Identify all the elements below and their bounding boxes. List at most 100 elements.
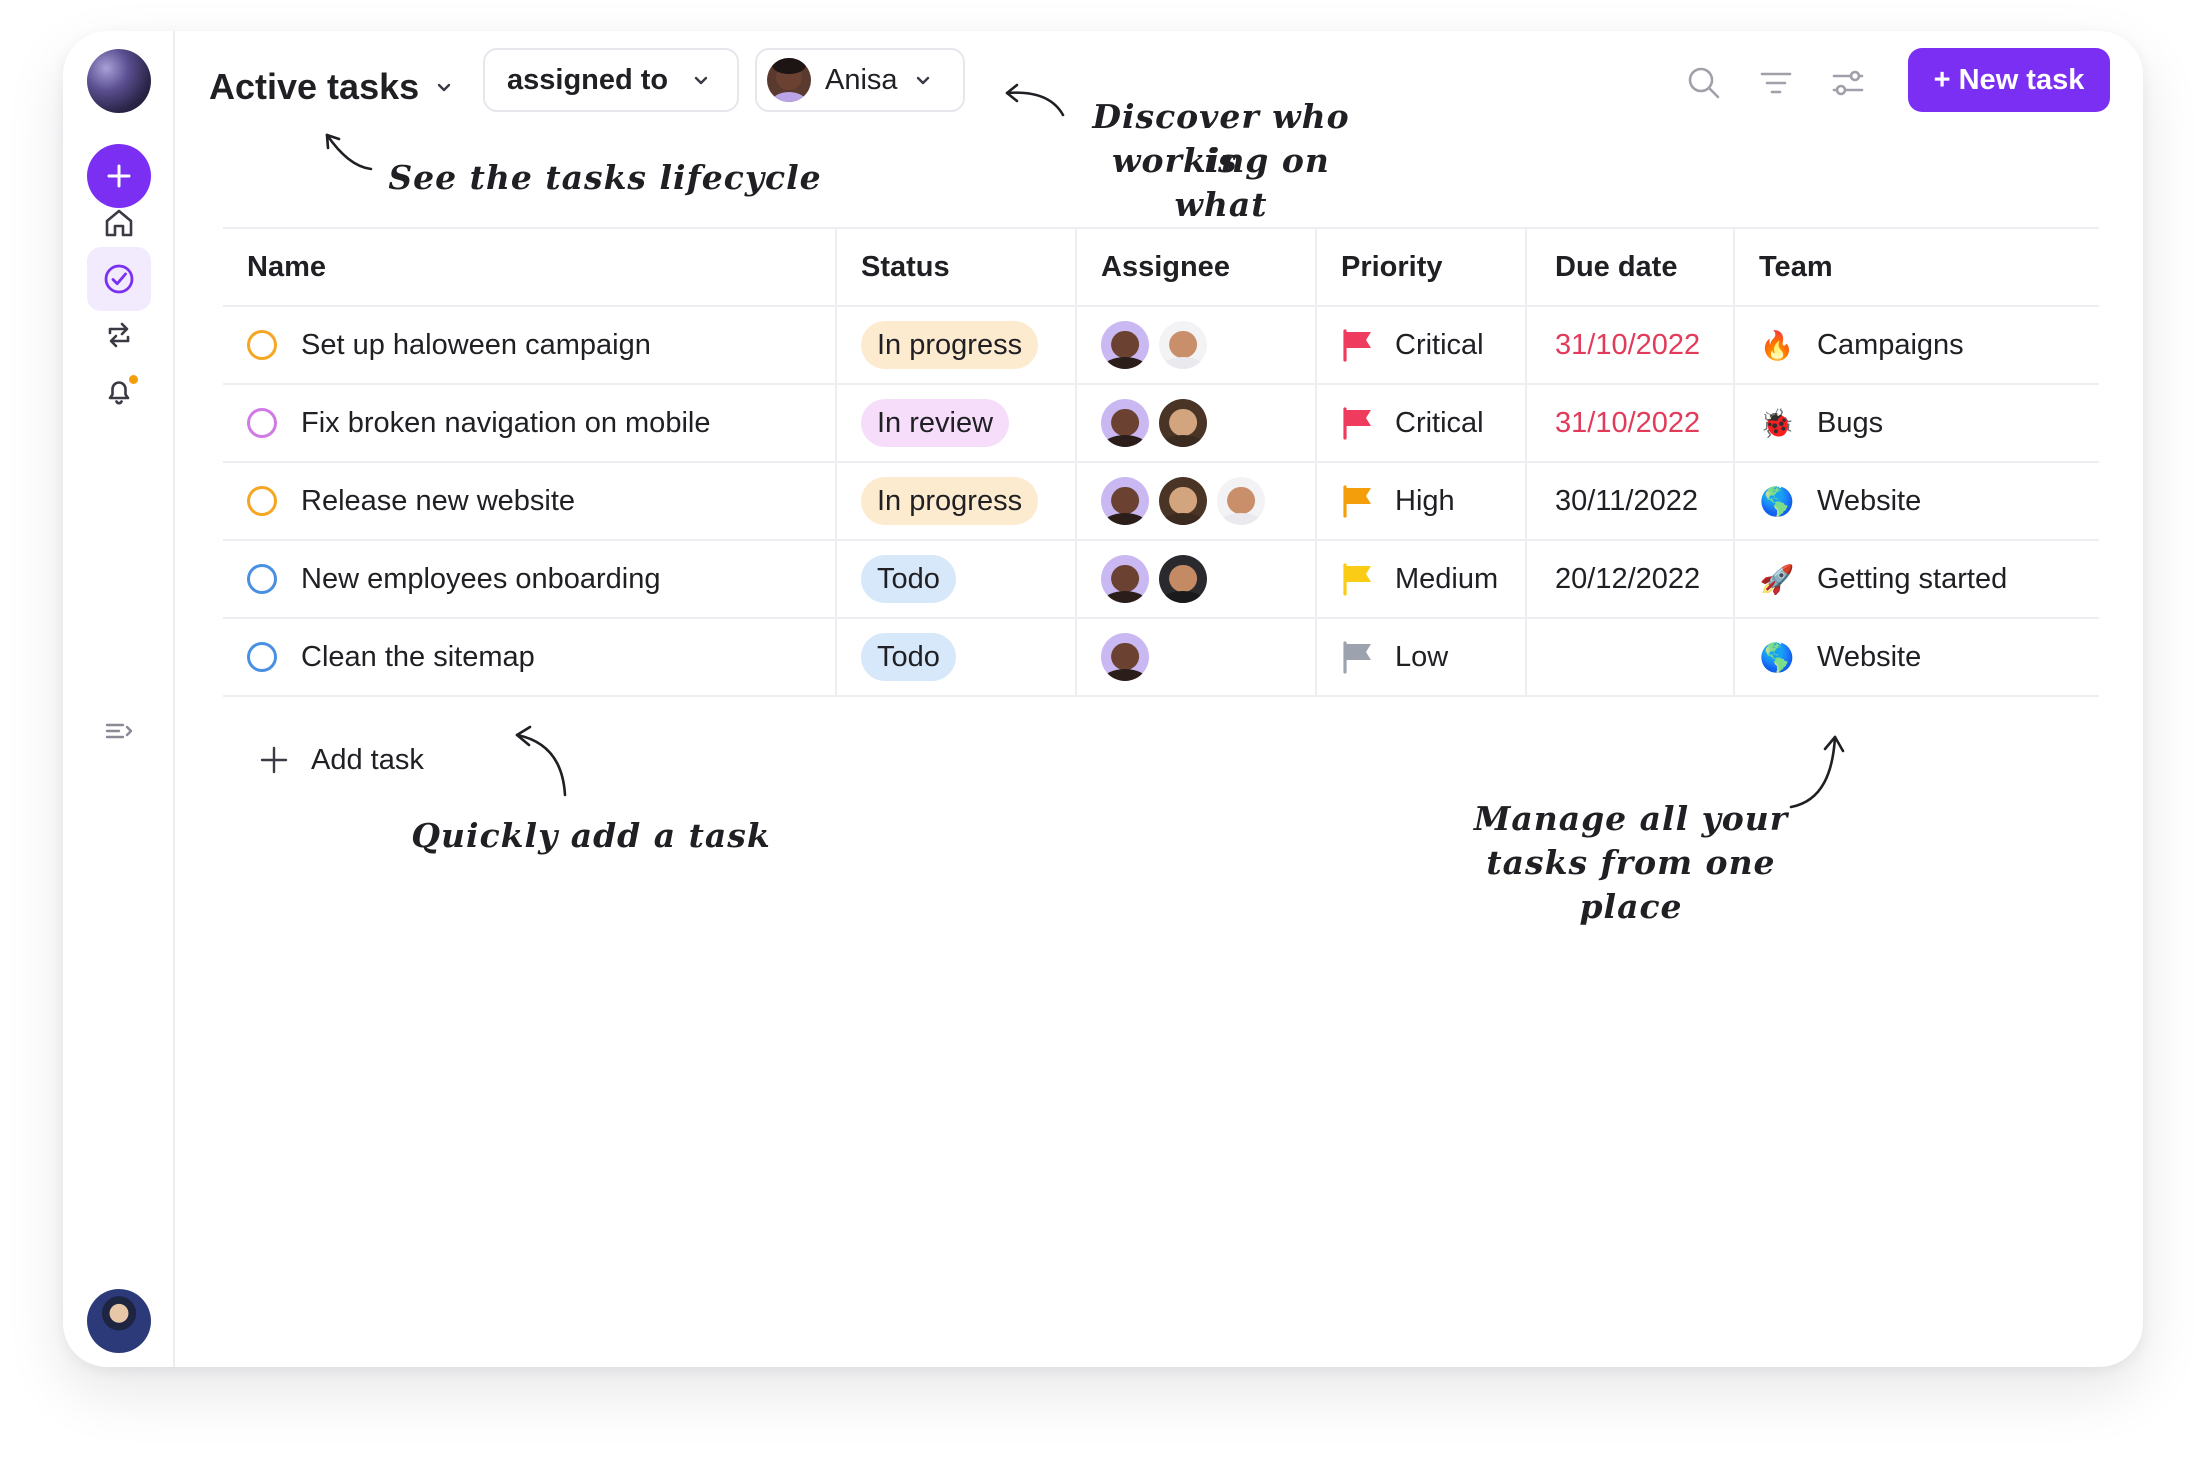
table-row[interactable]: Clean the sitemap Todo Low 🌎 Website (223, 619, 2099, 697)
column-header-name[interactable]: Name (223, 229, 837, 305)
home-icon (105, 209, 133, 237)
column-header-status[interactable]: Status (837, 229, 1077, 305)
task-name-cell[interactable]: New employees onboarding (223, 541, 837, 617)
status-circle-icon[interactable] (247, 408, 277, 438)
due-date-cell[interactable]: 31/10/2022 (1527, 307, 1735, 383)
sidebar-item-notifications[interactable] (87, 359, 151, 423)
sidebar-item-recurring[interactable] (87, 303, 151, 367)
status-badge[interactable]: In progress (861, 477, 1039, 525)
assignee-cell[interactable] (1077, 619, 1317, 695)
flag-icon (1343, 485, 1371, 518)
chevron-down-icon (694, 76, 708, 85)
status-circle-icon[interactable] (247, 330, 277, 360)
status-circle-icon[interactable] (247, 486, 277, 516)
table-row[interactable]: Fix broken navigation on mobile In revie… (223, 385, 2099, 463)
due-date-cell[interactable]: 31/10/2022 (1527, 385, 1735, 461)
task-name: Set up haloween campaign (301, 328, 651, 361)
team-cell[interactable]: 🌎 Website (1735, 619, 2099, 695)
priority-cell[interactable]: Critical (1317, 385, 1527, 461)
assignee-cell[interactable] (1077, 541, 1317, 617)
task-name-cell[interactable]: Release new website (223, 463, 837, 539)
task-name: Release new website (301, 484, 576, 517)
priority-cell[interactable]: Critical (1317, 307, 1527, 383)
assigned-to-filter[interactable]: assigned to (483, 48, 739, 112)
user-filter[interactable]: Anisa (755, 48, 965, 112)
status-circle-icon[interactable] (247, 642, 277, 672)
avatar (1101, 477, 1149, 525)
annotation-discover-line-2: working on what (1112, 141, 1330, 224)
globe-icon: 🌎 (1759, 485, 1795, 517)
annotation-lifecycle: See the tasks lifecycle (388, 158, 822, 197)
user-avatar[interactable] (87, 1289, 151, 1353)
column-header-priority[interactable]: Priority (1317, 229, 1527, 305)
status-badge[interactable]: Todo (861, 633, 956, 681)
priority-cell[interactable]: Medium (1317, 541, 1527, 617)
filter-button[interactable] (1754, 61, 1798, 105)
add-task-button[interactable]: Add task (259, 736, 424, 784)
table-row[interactable]: Set up haloween campaign In progress Cri… (223, 307, 2099, 385)
priority-cell[interactable]: Low (1317, 619, 1527, 695)
table-row[interactable]: Release new website In progress High 30/… (223, 463, 2099, 541)
due-date-cell[interactable]: 20/12/2022 (1527, 541, 1735, 617)
chevron-down-icon (916, 76, 929, 85)
task-name-cell[interactable]: Fix broken navigation on mobile (223, 385, 837, 461)
status-badge[interactable]: In review (861, 399, 1010, 447)
assignee-cell[interactable] (1077, 307, 1317, 383)
search-button[interactable] (1682, 61, 1726, 105)
collapse-menu-icon (105, 723, 133, 739)
task-name: Clean the sitemap (301, 640, 535, 673)
team-name: Bugs (1817, 406, 1884, 439)
settings-button[interactable] (1826, 61, 1870, 105)
annotation-arrow-lifecycle (325, 133, 373, 171)
sidebar-collapse-button[interactable] (87, 699, 151, 763)
status-badge[interactable]: Todo (861, 555, 956, 603)
sliders-icon (1832, 70, 1864, 96)
annotation-arrow-discover (1005, 83, 1065, 117)
avatar (1101, 399, 1149, 447)
assignee-cell[interactable] (1077, 463, 1317, 539)
status-circle-icon[interactable] (247, 564, 277, 594)
avatar (1159, 555, 1207, 603)
task-name-cell[interactable]: Set up haloween campaign (223, 307, 837, 383)
team-cell[interactable]: 🚀 Getting started (1735, 541, 2099, 617)
due-date: 30/11/2022 (1555, 484, 1698, 517)
avatar (767, 58, 811, 102)
workspace-avatar[interactable] (87, 49, 151, 113)
status-cell[interactable]: In progress (837, 463, 1077, 539)
status-cell[interactable]: Todo (837, 619, 1077, 695)
priority-cell[interactable]: High (1317, 463, 1527, 539)
task-name-cell[interactable]: Clean the sitemap (223, 619, 837, 695)
team-cell[interactable]: 🔥 Campaigns (1735, 307, 2099, 383)
due-date-cell[interactable] (1527, 619, 1735, 695)
sidebar-item-tasks[interactable] (87, 247, 151, 311)
rocket-icon: 🚀 (1759, 563, 1795, 595)
priority-label: Critical (1395, 328, 1484, 361)
annotation-manage-line-2: tasks from one place (1486, 843, 1776, 926)
due-date-cell[interactable]: 30/11/2022 (1527, 463, 1735, 539)
priority-label: Critical (1395, 406, 1484, 439)
status-cell[interactable]: In progress (837, 307, 1077, 383)
add-task-label: Add task (311, 743, 424, 776)
column-header-assignee[interactable]: Assignee (1077, 229, 1317, 305)
avatar (1101, 633, 1149, 681)
status-cell[interactable]: In review (837, 385, 1077, 461)
team-cell[interactable]: 🐞 Bugs (1735, 385, 2099, 461)
view-selector[interactable]: Active tasks (209, 57, 455, 117)
sidebar-item-home[interactable] (87, 191, 151, 255)
table-row[interactable]: New employees onboarding Todo Medium 20/… (223, 541, 2099, 619)
flag-icon (1343, 407, 1371, 440)
status-badge[interactable]: In progress (861, 321, 1039, 369)
team-cell[interactable]: 🌎 Website (1735, 463, 2099, 539)
priority-label: Medium (1395, 562, 1499, 595)
user-name: Anisa (825, 63, 898, 96)
new-task-button[interactable]: + New task (1908, 48, 2110, 112)
status-cell[interactable]: Todo (837, 541, 1077, 617)
task-name: New employees onboarding (301, 562, 661, 595)
team-name: Getting started (1817, 562, 2008, 595)
column-header-due-date[interactable]: Due date (1527, 229, 1735, 305)
filter-icon (1760, 72, 1792, 94)
assignee-cell[interactable] (1077, 385, 1317, 461)
flag-icon (1343, 563, 1371, 596)
bug-icon: 🐞 (1759, 407, 1795, 439)
column-header-team[interactable]: Team (1735, 229, 2099, 305)
